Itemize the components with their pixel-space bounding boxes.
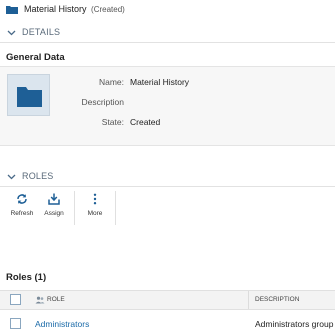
- column-header-description[interactable]: DESCRIPTION: [255, 296, 299, 303]
- refresh-button[interactable]: Refresh: [6, 191, 38, 223]
- name-label: Name:: [98, 77, 124, 87]
- chevron-down-icon: [7, 30, 16, 36]
- divider: [0, 42, 335, 43]
- page-status: (Created): [91, 5, 125, 14]
- assign-button[interactable]: Assign: [38, 191, 70, 223]
- description-label: Description: [81, 97, 124, 107]
- toolbar-separator: [74, 191, 75, 225]
- chevron-down-icon: [7, 174, 16, 180]
- page-title-text: Material History: [24, 4, 87, 14]
- folder-icon: [6, 6, 18, 14]
- general-data-title: General Data: [6, 52, 65, 63]
- name-value: Material History: [130, 77, 190, 87]
- row-checkbox[interactable]: [10, 318, 21, 329]
- more-button-label: More: [87, 210, 103, 217]
- material-folder-icon: [7, 74, 50, 116]
- refresh-button-label: Refresh: [10, 210, 34, 217]
- role-link[interactable]: Administrators: [35, 319, 89, 329]
- column-separator[interactable]: [248, 291, 249, 309]
- roles-table-title: Roles (1): [6, 272, 47, 283]
- title-bar: Material History (Created): [0, 0, 335, 18]
- more-vertical-icon: [93, 193, 97, 205]
- page-title: Material History (Created): [24, 4, 125, 14]
- select-all-checkbox[interactable]: [10, 294, 21, 305]
- column-header-role[interactable]: ROLE: [47, 296, 65, 303]
- details-section-toggle[interactable]: DETAILS: [0, 26, 335, 40]
- users-icon: [35, 296, 45, 304]
- roles-section-label: ROLES: [22, 171, 54, 181]
- divider: [0, 186, 335, 187]
- role-description: Administrators group: [255, 319, 334, 329]
- assign-icon: [48, 193, 60, 205]
- state-value: Created: [130, 117, 161, 127]
- assign-button-label: Assign: [44, 210, 64, 217]
- details-section-label: DETAILS: [22, 27, 61, 37]
- toolbar-separator: [115, 191, 116, 225]
- more-button[interactable]: More: [79, 191, 111, 223]
- roles-toolbar: Refresh Assign More: [6, 191, 120, 225]
- folder-icon: [17, 87, 42, 107]
- refresh-icon: [17, 194, 27, 204]
- roles-section-toggle[interactable]: ROLES: [0, 170, 335, 184]
- state-label: State:: [101, 117, 124, 127]
